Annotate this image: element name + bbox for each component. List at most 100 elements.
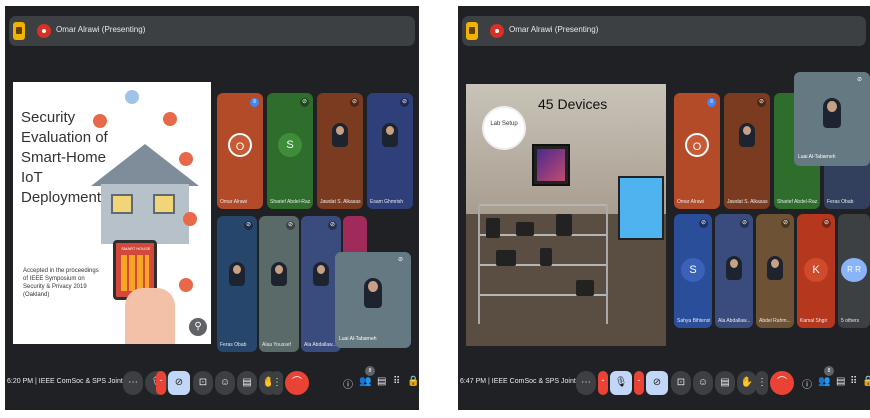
people-count: 8 [365, 366, 375, 376]
mic-off-button[interactable]: 🎙 [610, 371, 632, 395]
meet-window-left: Omar Alrawi (Presenting) Security Evalua… [5, 6, 419, 410]
hangup-button[interactable]: ⌒ [285, 371, 309, 395]
mic-off-icon: ⊘ [398, 257, 404, 263]
slide-heading: 45 Devices [538, 96, 608, 112]
mic-off-icon: ⊘ [699, 219, 708, 228]
present-button[interactable]: ⊡ [193, 371, 213, 395]
captions-button[interactable]: ▤ [715, 371, 735, 395]
mic-off-icon: ⊘ [757, 98, 766, 107]
iot-device-icon [93, 114, 107, 128]
avatar: S [681, 258, 705, 282]
mic-off-icon: ⊘ [300, 98, 309, 107]
self-view[interactable]: ⊘ Luai Al-Tabarneh [794, 72, 870, 166]
more-icon[interactable]: ⋮ [756, 371, 768, 395]
participant-tile[interactable]: ⊘ Alaa Youssef [259, 216, 299, 352]
mic-off-icon: ⊘ [244, 221, 253, 230]
meeting-info[interactable]: 6:47 PM | IEEE ComSoc & SPS Joint Ch... [460, 378, 593, 385]
presentation-slide: Lab Setup 45 Devices [466, 84, 666, 346]
avatar [767, 256, 783, 280]
speaking-icon: ≡ [250, 98, 259, 107]
participant-tile[interactable]: ⊘ Ala Abdallaw... [715, 214, 753, 328]
people-count: 8 [824, 366, 834, 376]
camera-options-button[interactable]: ⌃ [634, 371, 644, 395]
participant-name: Ala Abdallaw... [718, 318, 751, 324]
iot-device-icon [163, 112, 177, 126]
emoji-button[interactable]: ☺ [215, 371, 235, 395]
participant-tile[interactable]: ⊘ Esam Ghmrish [367, 93, 413, 209]
participant-tile[interactable]: ⊘ Feras Obab [217, 216, 257, 352]
avatar [313, 262, 329, 286]
camera-off-button[interactable]: ⊘ [168, 371, 190, 395]
camera-off-button[interactable]: ⊘ [646, 371, 668, 395]
recording-icon [37, 24, 51, 38]
iot-device-icon [179, 278, 193, 292]
people-icon[interactable]: 👥 8 [359, 366, 375, 387]
mic-off-icon: ⊘ [400, 98, 409, 107]
participant-name: Omar Alrawi [220, 199, 248, 205]
avatar [726, 256, 742, 280]
participant-tile[interactable]: ≡ O Omar Alrawi [217, 93, 263, 209]
mic-options-button[interactable]: ⌃ [598, 371, 608, 395]
info-icon[interactable]: ⓘ [343, 376, 353, 391]
more-icon[interactable]: ⋮ [271, 371, 283, 395]
mic-off-icon: ⊘ [740, 219, 749, 228]
mic-off-icon: ⊘ [286, 221, 295, 230]
avatar [332, 123, 348, 147]
lab-setup-label: Lab Setup [482, 106, 526, 150]
lock-icon[interactable]: 🔒 [862, 376, 870, 387]
monitor-device [618, 176, 664, 240]
presenter-label: Omar Alrawi (Presenting) [56, 25, 146, 34]
cloud-icon [179, 152, 193, 166]
participant-name: Kamal Shgir [800, 318, 828, 324]
avatar: K [804, 258, 828, 282]
present-button[interactable]: ⊡ [671, 371, 691, 395]
hangup-button[interactable]: ⌒ [770, 371, 794, 395]
wifi-icon [125, 90, 139, 104]
others-tile[interactable]: R R 5 others [838, 214, 870, 328]
raise-hand-button[interactable]: ✋ [737, 371, 757, 395]
participant-name: Omar Alrawi [677, 199, 705, 205]
participant-tile[interactable]: ⊘ Jawdat S. Alkasas... [317, 93, 363, 209]
participant-name: Esam Ghmrish [370, 199, 404, 205]
meeting-controls: 6:20 PM | IEEE ComSoc & SPS Joint Ch... … [5, 366, 419, 400]
zoom-icon[interactable]: ⚲ [189, 318, 207, 336]
participant-tile[interactable]: ≡ O Omar Alrawi [674, 93, 720, 209]
avatar: O [228, 133, 252, 157]
more-options-icon[interactable]: ⋯ [123, 371, 143, 395]
tv-device [532, 144, 570, 186]
chat-icon[interactable]: ▤ [836, 376, 845, 387]
participant-tile[interactable]: ⊘ Abdel Rahm... [756, 214, 794, 328]
participant-name: Feras Obab [827, 199, 854, 205]
meeting-info[interactable]: 6:20 PM | IEEE ComSoc & SPS Joint Ch... [7, 378, 140, 385]
emoji-button[interactable]: ☺ [693, 371, 713, 395]
self-view-name: Luai Al-Tabarneh [798, 154, 836, 160]
info-icon[interactable]: ⓘ [802, 376, 812, 391]
lock-icon[interactable]: 🔒 [407, 376, 419, 387]
meeting-controls: 6:47 PM | IEEE ComSoc & SPS Joint Ch... … [458, 366, 870, 400]
meet-window-right: Omar Alrawi (Presenting) Lab Setup 45 De… [458, 6, 870, 410]
activities-icon[interactable]: ⠿ [393, 376, 400, 387]
participant-name: Alaa Youssef [262, 342, 291, 348]
avatar [229, 262, 245, 286]
participant-tile[interactable]: ⊘ K Kamal Shgir [797, 214, 835, 328]
participant-name: Jawdat S. Alkasas... [727, 199, 768, 205]
presenter-bar: Omar Alrawi (Presenting) [462, 16, 866, 46]
more-options-icon[interactable]: ⋯ [576, 371, 596, 395]
self-view[interactable]: ⊘ Luai Al-Tabarneh [335, 252, 411, 348]
participant-name: Sharief Abdel-Raz... [777, 199, 818, 205]
mic-off-icon: ⊘ [781, 219, 790, 228]
chat-icon[interactable]: ▤ [377, 376, 386, 387]
participant-name: Sahya Bihtenst [677, 318, 710, 324]
participant-tile[interactable]: ⊘ S Sharief Abdel-Raz... [267, 93, 313, 209]
avatar [739, 123, 755, 147]
mic-off-icon: ⊘ [822, 219, 831, 228]
people-icon[interactable]: 👥 8 [818, 366, 834, 387]
mic-options-button[interactable]: ⌃ [156, 371, 166, 395]
captions-button[interactable]: ▤ [237, 371, 257, 395]
speaking-icon: ≡ [707, 98, 716, 107]
participant-name: Feras Obab [220, 342, 247, 348]
participant-tile[interactable]: ⊘ S Sahya Bihtenst [674, 214, 712, 328]
self-view-name: Luai Al-Tabarneh [339, 336, 377, 342]
participant-tile[interactable]: ⊘ Jawdat S. Alkasas... [724, 93, 770, 209]
activities-icon[interactable]: ⠿ [850, 376, 857, 387]
